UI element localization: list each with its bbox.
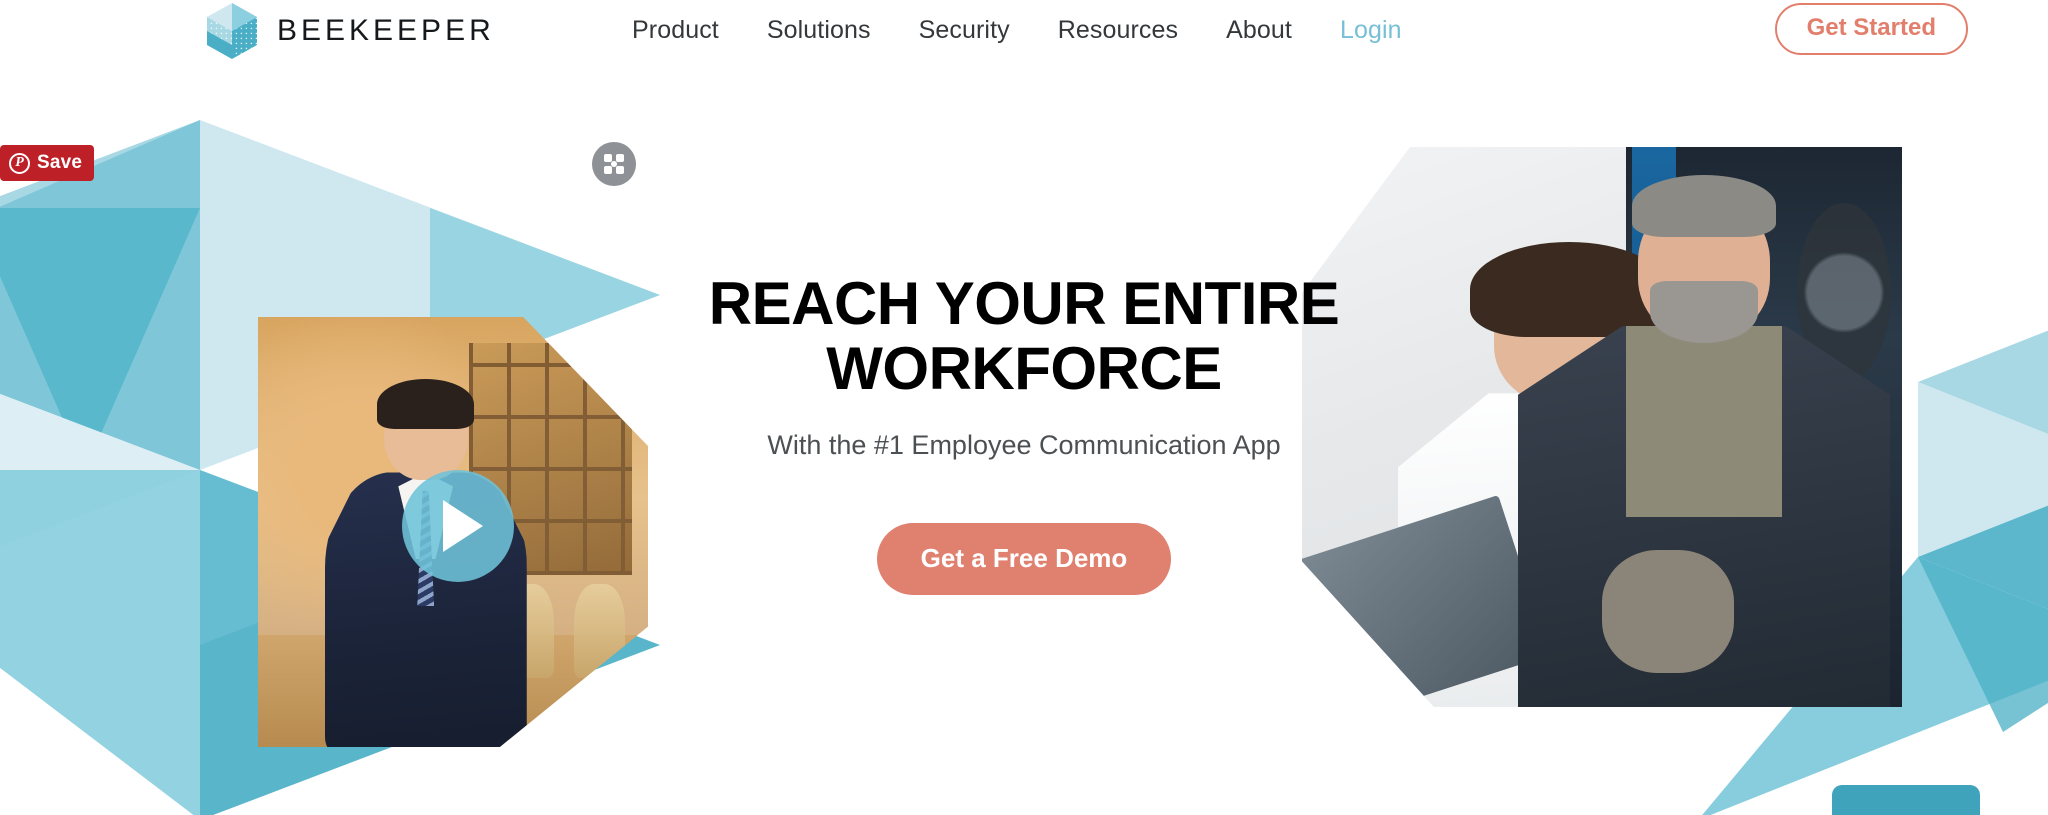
cloth-rag <box>1602 550 1734 674</box>
get-free-demo-button[interactable]: Get a Free Demo <box>876 522 1172 595</box>
page-root: BEEKEEPER Product Solutions Security Res… <box>0 0 2048 815</box>
pinterest-p-icon: P <box>9 152 30 174</box>
crosshair-glyph <box>601 151 627 177</box>
hair <box>1632 175 1776 237</box>
nav-item-login[interactable]: Login <box>1316 16 1426 45</box>
hero-subtitle: With the #1 Employee Communication App <box>767 429 1281 460</box>
nav-item-security[interactable]: Security <box>895 16 1034 45</box>
page-title: REACH YOUR ENTIRE WORKFORCE <box>708 270 1340 402</box>
nav-item-product[interactable]: Product <box>608 16 743 45</box>
right-hero-photo <box>1302 147 1902 707</box>
logo-wordmark: BEEKEEPER <box>277 14 495 47</box>
beard <box>1650 281 1758 343</box>
beekeeper-cube-icon <box>207 3 257 59</box>
work-shirt <box>1626 326 1782 517</box>
main-navigation: Product Solutions Security Resources Abo… <box>608 0 1426 60</box>
nav-item-solutions[interactable]: Solutions <box>743 16 895 45</box>
nav-item-resources[interactable]: Resources <box>1034 16 1202 45</box>
hero-copy: REACH YOUR ENTIRE WORKFORCE With the #1 … <box>664 270 1384 595</box>
play-triangle-icon <box>443 500 483 552</box>
video-play-button[interactable] <box>402 470 514 582</box>
pinterest-save-label: Save <box>37 152 83 173</box>
chat-widget-launcher[interactable] <box>1832 785 1980 815</box>
pinterest-save-button[interactable]: P Save <box>0 145 95 181</box>
get-started-button[interactable]: Get Started <box>1774 3 1968 56</box>
move-crosshair-icon[interactable] <box>592 142 636 186</box>
site-header: BEEKEEPER Product Solutions Security Res… <box>0 0 2048 72</box>
logo[interactable]: BEEKEEPER <box>205 0 495 62</box>
hero-section: REACH YOUR ENTIRE WORKFORCE With the #1 … <box>0 72 2048 815</box>
nav-item-about[interactable]: About <box>1202 16 1316 45</box>
hair <box>377 378 475 430</box>
